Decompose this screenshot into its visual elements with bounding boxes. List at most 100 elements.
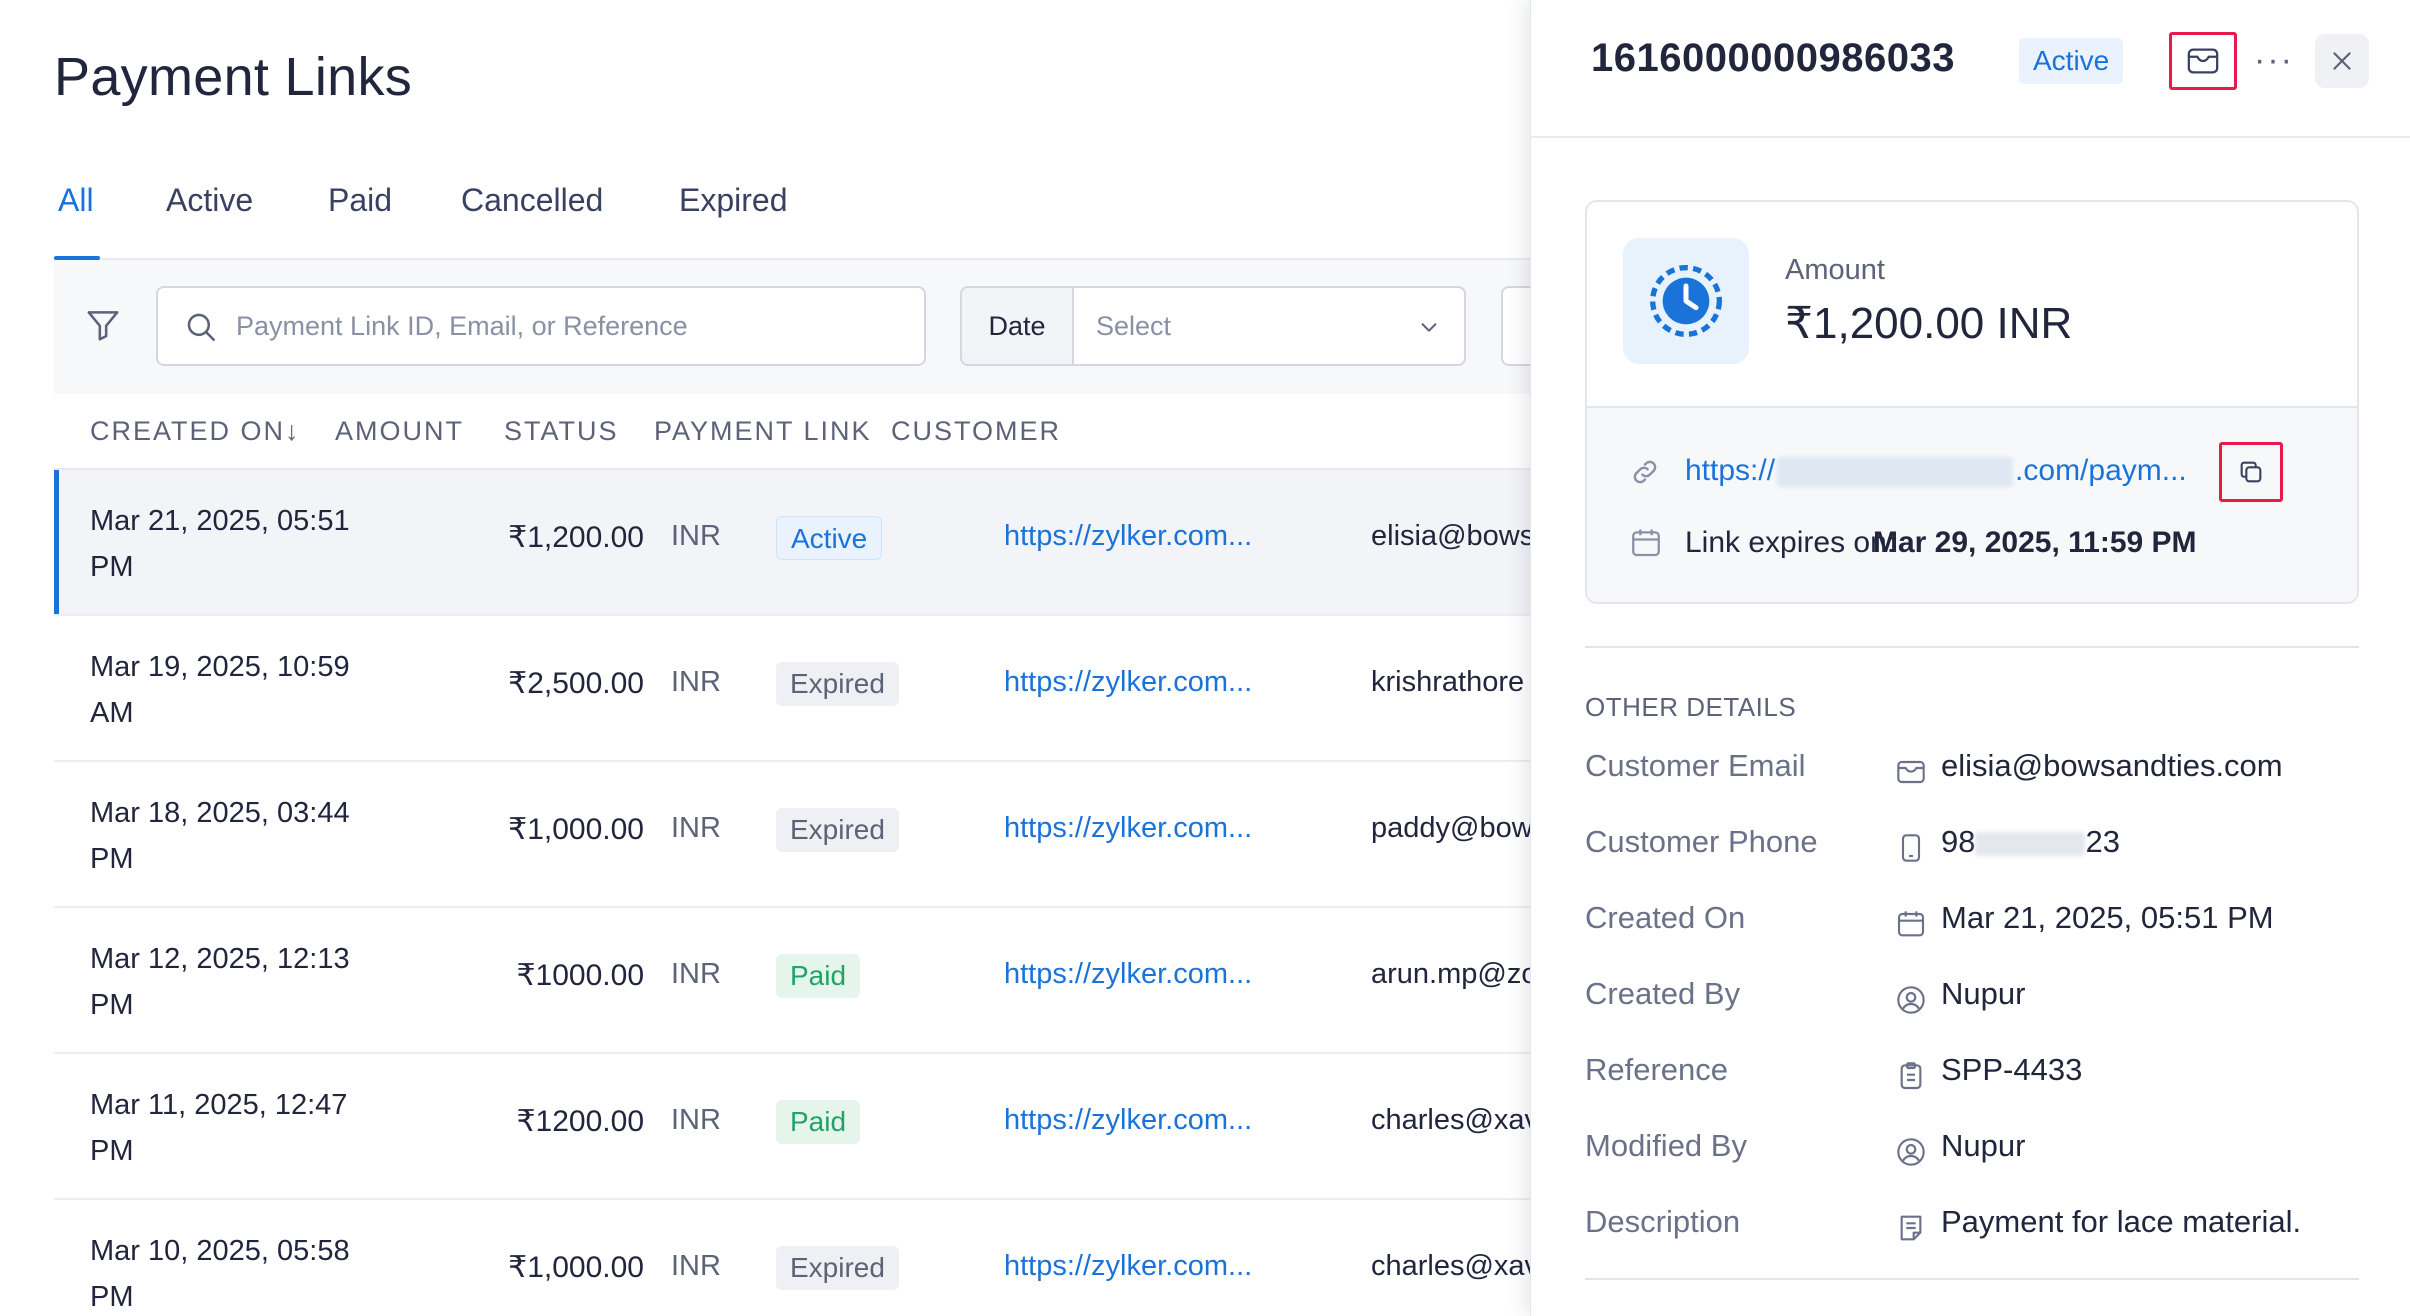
payment-links-list: Payment Links All Active Paid Cancelled …	[0, 0, 1530, 1316]
copy-icon	[2240, 461, 2262, 483]
copy-link-button[interactable]	[2219, 442, 2283, 502]
detail-label: Modified By	[1585, 1128, 1747, 1163]
row-customer: paddy@bow	[1371, 812, 1530, 844]
link-details: https:// .com/paym... Link expires on: Ma…	[1587, 408, 2357, 602]
more-options-button[interactable]: ···	[2247, 40, 2301, 80]
status-badge: Expired	[776, 662, 899, 706]
detail-created-on: Created On Mar 21, 2025, 05:51 PM	[1585, 900, 2365, 950]
detail-label: Reference	[1585, 1052, 1729, 1087]
tab-expired[interactable]: Expired	[679, 182, 788, 219]
table-row[interactable]: Mar 11, 2025, 12:47 PM ₹1200.00 INR Paid …	[54, 1054, 1530, 1200]
row-payment-link[interactable]: https://zylker.com...	[1004, 812, 1252, 845]
redacted-domain	[1777, 457, 2014, 488]
detail-modified-by: Modified By Nupur	[1585, 1128, 2365, 1178]
send-email-button[interactable]	[2169, 32, 2237, 90]
status-badge: Paid	[776, 954, 861, 998]
close-icon	[2333, 52, 2351, 70]
status-badge: Expired	[776, 1246, 899, 1290]
row-payment-link[interactable]: https://zylker.com...	[1004, 520, 1252, 553]
col-created-on[interactable]: CREATED ON↓	[90, 416, 301, 447]
row-amount: ₹1,200.00	[508, 521, 644, 554]
calendar-icon	[1632, 529, 1660, 557]
link-icon	[1633, 460, 1657, 484]
row-payment-link[interactable]: https://zylker.com...	[1004, 1250, 1252, 1283]
table-row[interactable]: Mar 21, 2025, 05:51 PM ₹1,200.00 INR Acti…	[54, 470, 1530, 616]
detail-value: SPP-4433	[1941, 1052, 2083, 1087]
row-time-suffix: PM	[90, 843, 134, 875]
detail-value: Payment for lace material.	[1941, 1204, 2302, 1239]
date-filter-select[interactable]: Select	[1096, 288, 1171, 364]
row-customer: elisia@bows	[1371, 520, 1530, 552]
row-customer: charles@xav	[1371, 1250, 1530, 1282]
row-payment-link[interactable]: https://zylker.com...	[1004, 1104, 1252, 1137]
tab-paid[interactable]: Paid	[328, 182, 392, 219]
row-time-suffix: AM	[90, 697, 134, 729]
row-time-suffix: PM	[90, 1135, 134, 1167]
page-title: Payment Links	[54, 47, 413, 107]
row-amount: ₹1200.00	[516, 1105, 644, 1138]
table-row[interactable]: Mar 12, 2025, 12:13 PM ₹1000.00 INR Paid …	[54, 908, 1530, 1054]
search-input[interactable]	[236, 302, 896, 350]
detail-customer-email: Customer Email elisia@bowsandties.com	[1585, 748, 2365, 798]
row-time-suffix: PM	[90, 1281, 134, 1313]
row-currency: INR	[671, 1104, 721, 1136]
payment-link-url[interactable]: https:// .com/paym...	[1685, 454, 2187, 488]
table-row[interactable]: Mar 10, 2025, 05:58 PM ₹1,000.00 INR Expi…	[54, 1200, 1530, 1316]
status-badge: Expired	[776, 808, 899, 852]
row-amount: ₹1,000.00	[508, 1251, 644, 1284]
payment-link-id: 1616000000986033	[1591, 36, 1955, 80]
row-customer: charles@xav	[1371, 1104, 1530, 1136]
redacted-phone	[1975, 831, 2086, 856]
col-customer: CUSTOMER	[891, 416, 1062, 446]
document-icon	[1900, 1215, 1922, 1241]
detail-value: Nupur	[1941, 976, 2026, 1011]
row-created-on: Mar 12, 2025, 12:13 PM	[90, 936, 370, 1028]
row-date: Mar 18, 2025, 03:44	[90, 797, 350, 829]
status-filter[interactable]: Statu	[1501, 286, 1530, 366]
filter-bar: Date Select Statu	[54, 260, 1530, 394]
row-customer: krishrathore	[1371, 666, 1525, 698]
detail-reference: Reference SPP-4433	[1585, 1052, 2365, 1102]
row-amount: ₹2,500.00	[508, 667, 644, 700]
row-currency: INR	[671, 958, 721, 990]
status-badge: Paid	[776, 1100, 861, 1144]
table-header: CREATED ON↓ AMOUNT STATUS PAYMENT LINK C…	[54, 394, 1530, 470]
row-date: Mar 10, 2025, 05:58	[90, 1235, 350, 1267]
panel-header: 1616000000986033 Active ···	[1531, 0, 2410, 138]
user-circle-icon	[1897, 986, 1925, 1014]
expires-label: Link expires on:	[1685, 526, 1896, 559]
col-payment-link: PAYMENT LINK	[654, 416, 872, 446]
filter-icon[interactable]	[84, 306, 122, 344]
tab-all[interactable]: All	[58, 182, 94, 219]
row-created-on: Mar 19, 2025, 10:59 AM	[90, 644, 370, 736]
other-details-title: OTHER DETAILS	[1585, 692, 1797, 722]
row-date: Mar 12, 2025, 12:13	[90, 943, 350, 975]
detail-label: Customer Email	[1585, 748, 1806, 783]
date-filter-label: Date	[962, 288, 1074, 364]
amount-label: Amount	[1785, 254, 1885, 286]
col-status: STATUS	[504, 416, 619, 446]
row-payment-link[interactable]: https://zylker.com...	[1004, 958, 1252, 991]
detail-label: Created By	[1585, 976, 1741, 1011]
link-suffix: .com/paym...	[2015, 454, 2187, 487]
tab-cancelled[interactable]: Cancelled	[461, 182, 603, 219]
row-created-on: Mar 10, 2025, 05:58 PM	[90, 1228, 370, 1316]
row-payment-link[interactable]: https://zylker.com...	[1004, 666, 1252, 699]
chevron-down-icon	[1421, 323, 1437, 332]
detail-value: Mar 21, 2025, 05:51 PM	[1941, 900, 2274, 935]
divider	[1585, 646, 2359, 648]
link-expiry-row: Link expires on: Mar 29, 2025, 11:59 PM	[1629, 518, 2329, 568]
table-row[interactable]: Mar 19, 2025, 10:59 AM ₹2,500.00 INR Expi…	[54, 616, 1530, 762]
detail-created-by: Created By Nupur	[1585, 976, 2365, 1026]
close-panel-button[interactable]	[2315, 34, 2369, 88]
date-filter[interactable]: Date Select	[960, 286, 1466, 366]
phone-prefix: 98	[1941, 824, 1976, 859]
table-row[interactable]: Mar 18, 2025, 03:44 PM ₹1,000.00 INR Expi…	[54, 762, 1530, 908]
row-time-suffix: PM	[90, 989, 134, 1021]
mail-icon	[2187, 48, 2219, 74]
tab-active[interactable]: Active	[166, 182, 253, 219]
detail-value: 98 23	[1941, 824, 2120, 860]
search-box	[156, 286, 926, 366]
link-prefix: https://	[1685, 454, 1776, 487]
row-amount: ₹1,000.00	[508, 813, 644, 846]
